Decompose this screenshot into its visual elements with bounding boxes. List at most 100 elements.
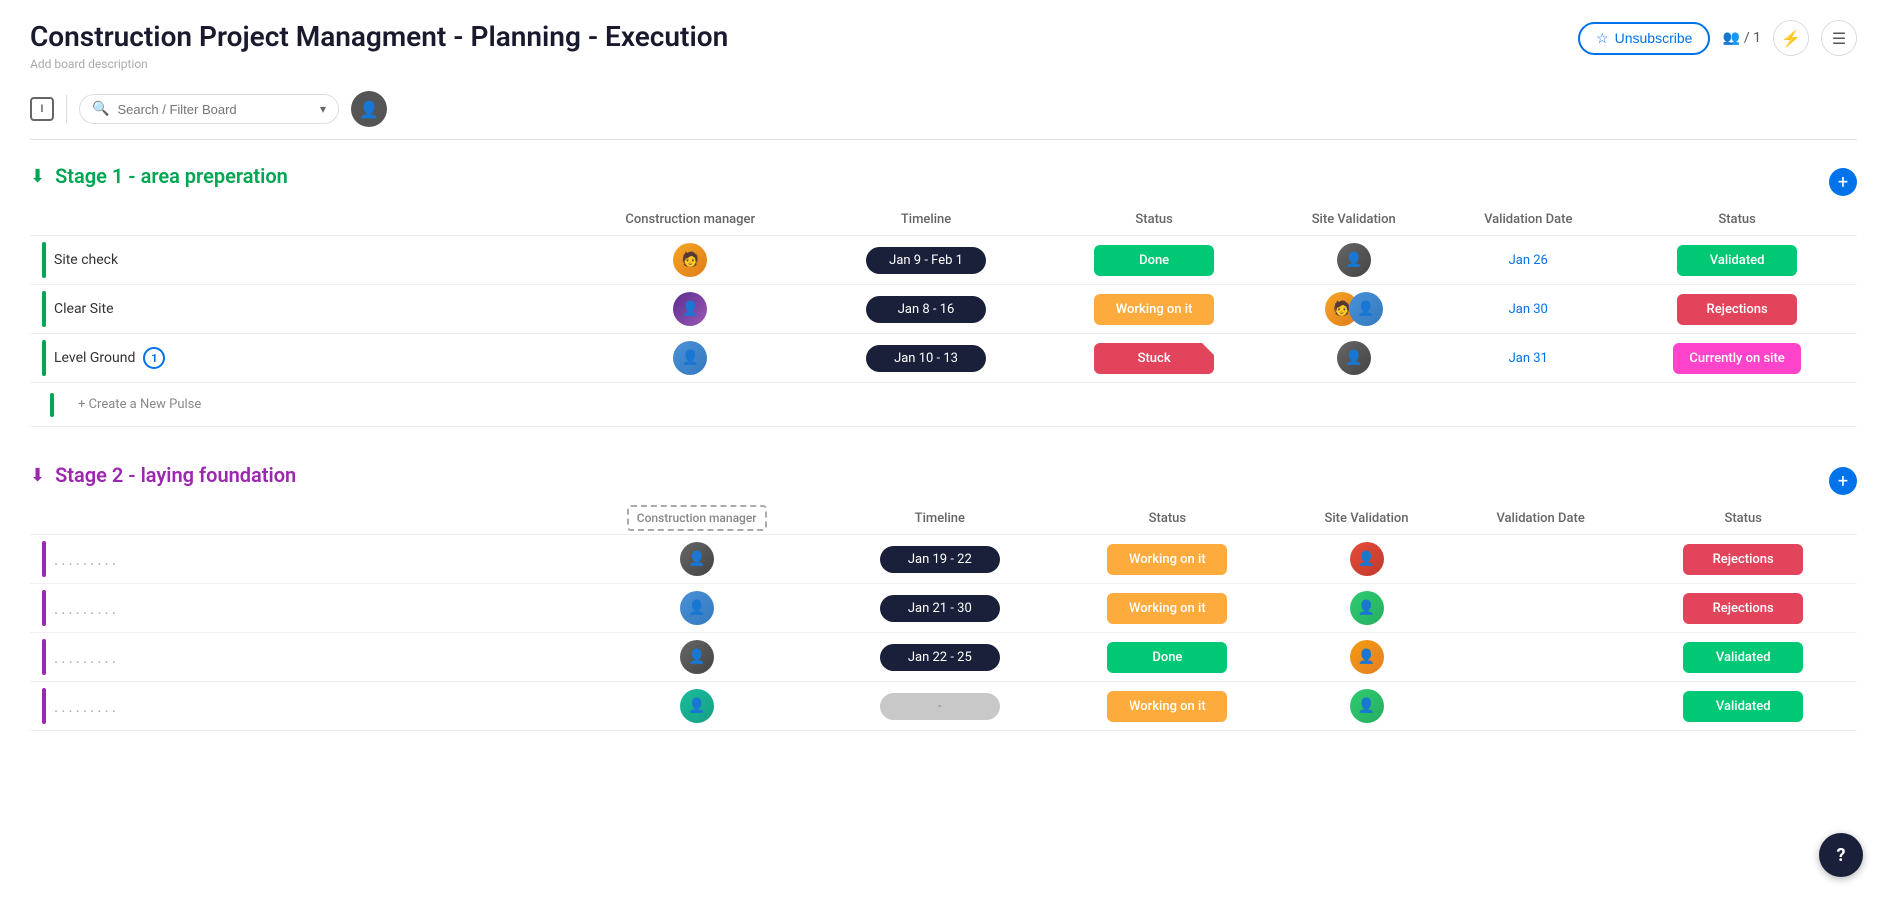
site-validation-cell: 👤 — [1268, 334, 1439, 383]
timeline-pill[interactable]: Jan 8 - 16 — [866, 296, 986, 323]
unsubscribe-button[interactable]: ☆ Unsubscribe — [1578, 22, 1710, 55]
final-status-badge[interactable]: Validated — [1683, 642, 1803, 673]
stage1-header-row: ⬇ Stage 1 - area preperation + — [30, 164, 1857, 200]
timeline-pill[interactable]: Jan 10 - 13 — [866, 345, 986, 372]
star-icon: ☆ — [1596, 30, 1609, 47]
add-row-button[interactable]: + Create a New Pulse — [62, 389, 217, 420]
table-row: ......... 👤 Jan 22 - 25 Done 👤 Validated — [30, 633, 1857, 682]
row-color-bar — [42, 242, 46, 278]
row-name[interactable]: ......... — [54, 550, 119, 569]
final-status-cell: Rejections — [1617, 285, 1857, 334]
search-dropdown-arrow[interactable]: ▾ — [320, 102, 326, 116]
status-badge[interactable]: Done — [1107, 642, 1227, 673]
stage1-chevron[interactable]: ⬇ — [30, 166, 45, 187]
final-status-badge[interactable]: Rejections — [1677, 294, 1797, 325]
validation-date-cell: Jan 30 — [1439, 285, 1617, 334]
status-cell: Stuck — [1040, 334, 1268, 383]
row-name[interactable]: Level Ground — [54, 350, 135, 366]
avatar: 👤 — [680, 591, 714, 625]
final-status-badge[interactable]: Validated — [1677, 245, 1797, 276]
stage2-section: ⬇ Stage 2 - laying foundation + Construc… — [30, 463, 1857, 731]
table-row: ......... 👤 Jan 21 - 30 Working on it 👤 … — [30, 584, 1857, 633]
notification-badge[interactable]: 1 — [143, 347, 165, 369]
status-badge[interactable]: Working on it — [1107, 691, 1227, 722]
avatar: 👤 — [1350, 542, 1384, 576]
search-input[interactable] — [117, 102, 312, 117]
stage2-col-status: Status — [1054, 503, 1282, 535]
stage2-header-row: ⬇ Stage 2 - laying foundation + — [30, 463, 1857, 499]
stage2-chevron[interactable]: ⬇ — [30, 465, 45, 486]
user-avatar[interactable]: 👤 — [351, 91, 387, 127]
stuck-corner-decoration — [1202, 343, 1214, 355]
stage2-col-timeline: Timeline — [826, 503, 1054, 535]
stage2-title: Stage 2 - laying foundation — [55, 463, 296, 487]
final-status-badge[interactable]: Validated — [1683, 691, 1803, 722]
board-description[interactable]: Add board description — [30, 57, 728, 71]
stage1-col-site-validation: Site Validation — [1268, 204, 1439, 236]
row-name[interactable]: Clear Site — [54, 301, 114, 317]
table-row: Clear Site 👤 Jan 8 - 16 Working on it — [30, 285, 1857, 334]
row-name[interactable]: ......... — [54, 599, 119, 618]
table-row: ......... 👤 - Working on it 👤 Validated — [30, 682, 1857, 731]
status-badge[interactable]: Working on it — [1107, 593, 1227, 624]
timeline-pill[interactable]: Jan 22 - 25 — [880, 644, 1000, 671]
stage1-column-headers: Construction manager Timeline Status Sit… — [30, 204, 1857, 236]
avatar: 👤 — [680, 542, 714, 576]
stage1-col-timeline: Timeline — [812, 204, 1040, 236]
table-row: Level Ground 1 👤 Jan 10 - 13 — [30, 334, 1857, 383]
row-color-bar — [42, 590, 46, 626]
stage2-add-column[interactable]: + — [1829, 467, 1857, 495]
stage2-col-site-validation: Site Validation — [1281, 503, 1452, 535]
avatar: 🧑 — [673, 243, 707, 277]
table-row: ......... 👤 Jan 19 - 22 Working on it 👤 … — [30, 535, 1857, 584]
timeline-pill[interactable]: Jan 21 - 30 — [880, 595, 1000, 622]
validation-date: Jan 30 — [1509, 302, 1548, 317]
status-badge[interactable]: Stuck — [1094, 343, 1214, 374]
row-color-bar — [42, 291, 46, 327]
avatar: 👤 — [673, 292, 707, 326]
timeline-pill[interactable]: Jan 9 - Feb 1 — [866, 247, 986, 274]
help-button[interactable]: ? — [1819, 833, 1863, 877]
status-badge[interactable]: Working on it — [1094, 294, 1214, 325]
final-status-badge[interactable]: Rejections — [1683, 544, 1803, 575]
timeline-pill[interactable]: - — [880, 693, 1000, 720]
stage1-col-manager: Construction manager — [569, 204, 812, 236]
avatar: 👤 — [673, 341, 707, 375]
stage2-col-name — [30, 503, 567, 535]
filter-toggle[interactable]: I — [30, 97, 54, 121]
validation-date-cell: Jan 26 — [1439, 236, 1617, 285]
stage2-table: Construction manager Timeline Status Sit… — [30, 503, 1857, 731]
menu-icon[interactable]: ☰ — [1821, 20, 1857, 56]
final-status-cell: Validated — [1617, 236, 1857, 285]
site-validation-cell: 👤 — [1268, 236, 1439, 285]
row-name[interactable]: Site check — [54, 252, 118, 268]
search-box[interactable]: 🔍 ▾ — [79, 94, 339, 124]
add-row-bar — [50, 393, 54, 417]
row-name-cell: Clear Site — [30, 285, 569, 334]
row-name[interactable]: ......... — [54, 697, 119, 716]
stage1-col-validation-date: Validation Date — [1439, 204, 1617, 236]
status-badge[interactable]: Working on it — [1107, 544, 1227, 575]
final-status-badge[interactable]: Currently on site — [1673, 343, 1800, 374]
stage2-col-validation-date: Validation Date — [1452, 503, 1630, 535]
stage2-column-headers: Construction manager Timeline Status Sit… — [30, 503, 1857, 535]
stage2-col-manager: Construction manager — [567, 503, 826, 535]
users-icon: 👥 — [1722, 30, 1739, 46]
users-badge[interactable]: 👥 / 1 — [1722, 30, 1761, 46]
row-name-cell: ......... — [30, 633, 567, 682]
row-name-cell: ......... — [30, 682, 567, 731]
header-left: Construction Project Managment - Plannin… — [30, 20, 728, 71]
timeline-pill[interactable]: Jan 19 - 22 — [880, 546, 1000, 573]
final-status-badge[interactable]: Rejections — [1683, 593, 1803, 624]
avatar: 👤 — [1350, 689, 1384, 723]
stage1-add-column[interactable]: + — [1829, 168, 1857, 196]
construction-manager-header[interactable]: Construction manager — [627, 505, 767, 531]
validation-date: Jan 31 — [1509, 351, 1548, 366]
avatar: 👤 — [1337, 341, 1371, 375]
row-name[interactable]: ......... — [54, 648, 119, 667]
activity-icon[interactable]: ⚡ — [1773, 20, 1809, 56]
status-badge[interactable]: Done — [1094, 245, 1214, 276]
stage2-col-final-status: Status — [1629, 503, 1857, 535]
page-header: Construction Project Managment - Plannin… — [30, 20, 1857, 71]
row-color-bar — [42, 688, 46, 724]
